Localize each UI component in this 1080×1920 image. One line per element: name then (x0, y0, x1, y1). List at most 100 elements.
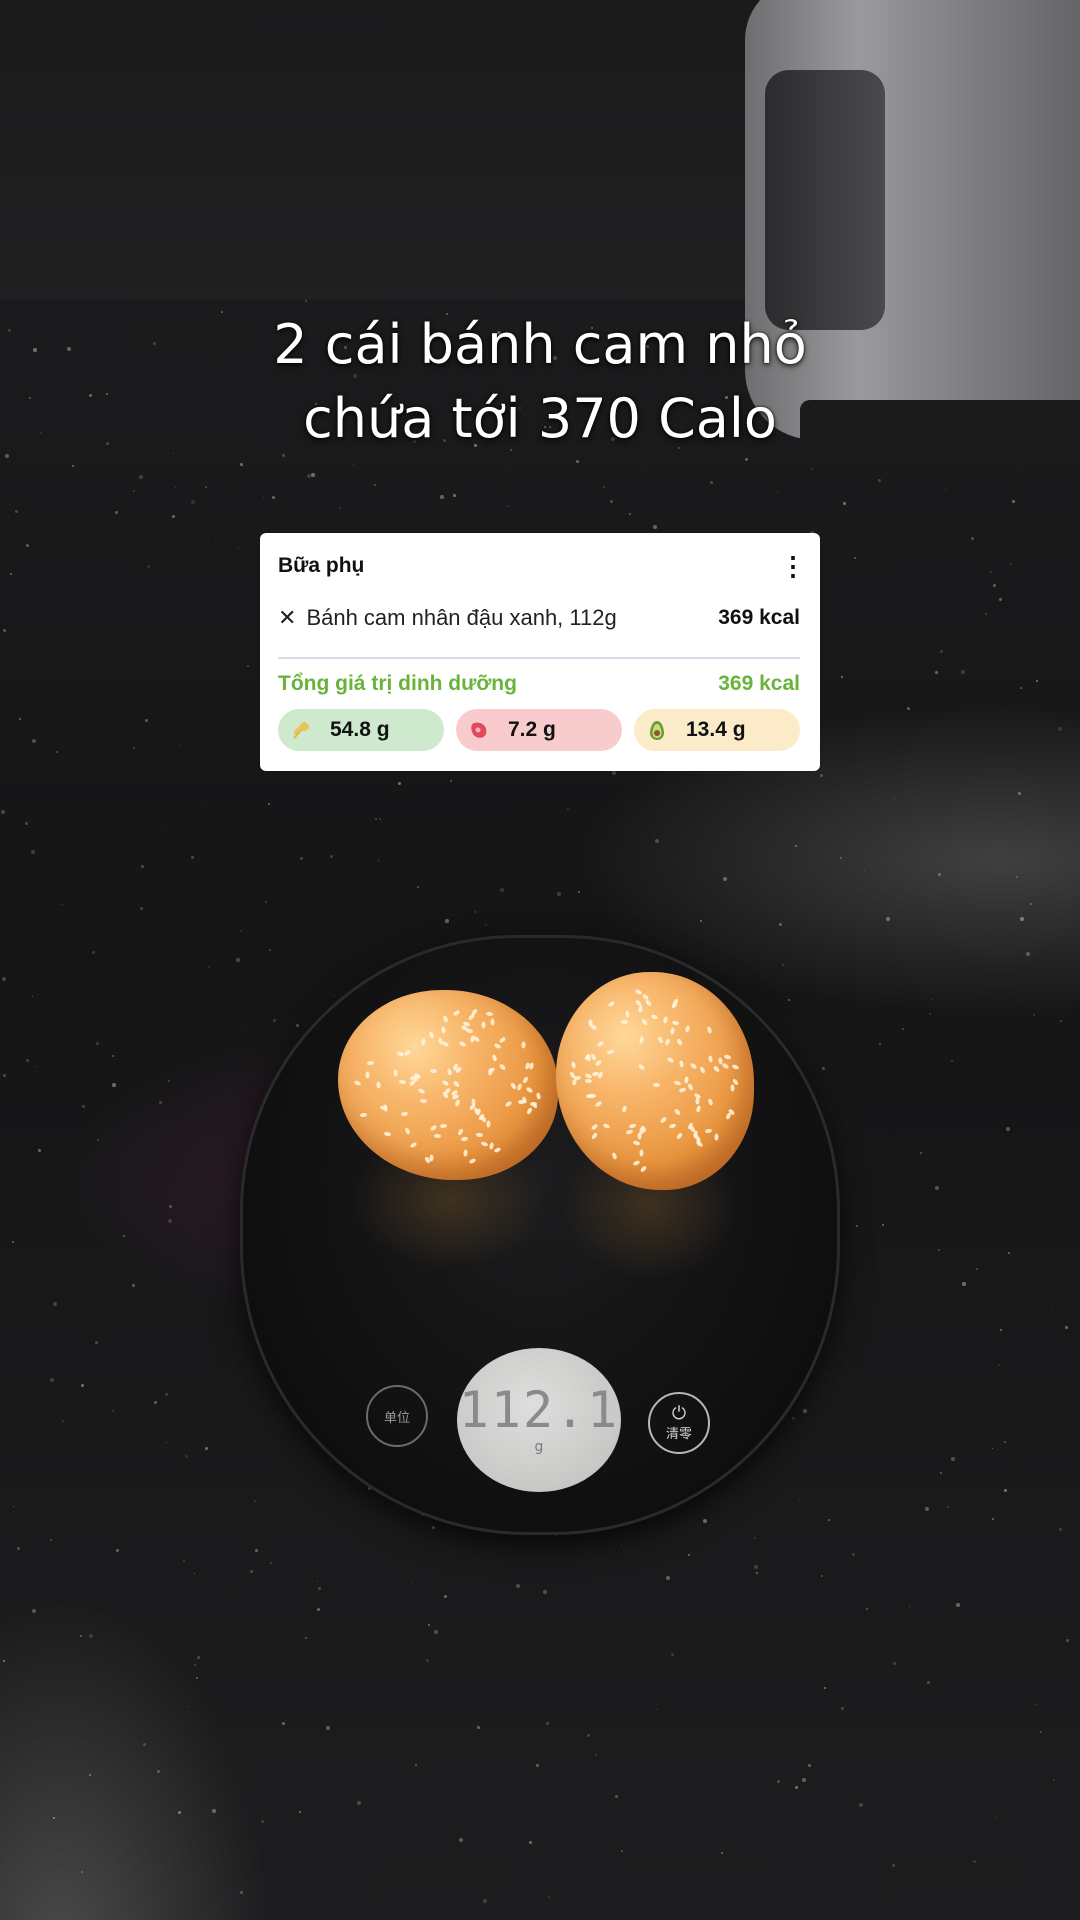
sesame-seed (491, 1054, 498, 1062)
granite-speckle (1010, 563, 1012, 565)
sesame-seed (671, 1020, 680, 1026)
granite-speckle (215, 541, 217, 543)
sesame-seed (707, 1098, 714, 1106)
sesame-seed (611, 1152, 618, 1160)
granite-speckle (1058, 727, 1062, 731)
granite-speckle (879, 1043, 881, 1045)
granite-speckle (132, 1284, 135, 1287)
granite-speckle (183, 1560, 185, 1562)
sesame-seed (470, 1008, 479, 1016)
sesame-seed (669, 1027, 676, 1035)
granite-speckle (154, 1401, 157, 1404)
granite-speckle (483, 1899, 487, 1903)
granite-speckle (893, 1662, 896, 1665)
granite-speckle (172, 515, 176, 519)
sesame-seed (493, 1042, 502, 1050)
sesame-seed (666, 1056, 675, 1064)
granite-speckle (754, 1565, 758, 1569)
granite-speckle (1006, 1127, 1010, 1131)
granite-speckle (10, 573, 13, 576)
sesame-seed (472, 1035, 481, 1043)
total-row: Tổng giá trị dinh dưỡng 369 kcal (278, 669, 800, 699)
granite-speckle (578, 891, 581, 894)
sesame-seed (584, 1078, 593, 1084)
caption-line-2: chứa tới 370 Calo (303, 387, 777, 450)
granite-speckle (272, 496, 276, 500)
close-icon[interactable]: ✕ (278, 605, 296, 631)
sesame-seed (684, 1076, 689, 1084)
granite-speckle (615, 1795, 618, 1798)
sesame-seed (393, 1069, 398, 1077)
sesame-seed (673, 1080, 682, 1086)
granite-speckle (529, 1841, 533, 1845)
granite-speckle (166, 1442, 168, 1444)
granite-speckle (947, 1506, 950, 1509)
fat-chip: 13.4 g (634, 709, 800, 751)
granite-speckle (38, 1149, 41, 1152)
sesame-seed (498, 1063, 507, 1071)
sesame-seed (602, 1122, 611, 1130)
avocado-icon (650, 721, 664, 740)
granite-speckle (32, 996, 34, 998)
granite-speckle (240, 1891, 243, 1894)
sesame-seed (490, 1018, 495, 1026)
card-divider (278, 657, 800, 659)
sesame-seed (707, 1055, 714, 1063)
scale-unit: g (534, 1439, 544, 1455)
granite-speckle (938, 873, 942, 877)
granite-speckle (945, 489, 947, 491)
granite-speckle (426, 1659, 429, 1662)
granite-speckle (990, 571, 993, 574)
sesame-seed (471, 1098, 476, 1106)
granite-speckle (92, 951, 95, 954)
granite-speckle (543, 1590, 547, 1594)
sesame-seed (644, 999, 653, 1007)
granite-speckle (178, 1811, 182, 1815)
granite-speckle (296, 1024, 299, 1027)
more-vertical-icon[interactable]: ⋮ (780, 553, 806, 579)
granite-speckle (754, 1537, 757, 1540)
sesame-seed (712, 1065, 721, 1073)
sesame-seed (573, 1075, 582, 1081)
granite-speckle (459, 1838, 463, 1842)
sesame-seed (652, 1082, 661, 1088)
sesame-seed (684, 1025, 691, 1033)
sesame-seed (659, 1116, 668, 1124)
granite-speckle (973, 1860, 976, 1863)
sesame-seed (535, 1092, 542, 1100)
sesame-seed (625, 1129, 634, 1135)
granite-speckle (621, 1850, 624, 1853)
granite-speckle (3, 1660, 5, 1662)
granite-speckle (330, 855, 334, 859)
granite-speckle (927, 1681, 930, 1684)
sesame-seed (596, 1040, 605, 1048)
granite-speckle (188, 1706, 190, 1708)
granite-speckle (824, 1687, 826, 1689)
granite-speckle (2, 977, 6, 981)
granite-speckle (56, 751, 59, 754)
sesame-seed (640, 1018, 649, 1026)
food-item-kcal: 369 kcal (718, 606, 800, 629)
granite-speckle (139, 475, 143, 479)
granite-speckle (808, 1764, 811, 1767)
granite-speckle (671, 1653, 674, 1656)
sesame-seed (439, 1123, 448, 1129)
granite-speckle (143, 1743, 146, 1746)
sesame-seed (621, 1105, 628, 1113)
sesame-seed (620, 1019, 629, 1025)
sesame-seed (590, 1131, 599, 1141)
granite-speckle (53, 1817, 55, 1819)
sesame-seed (408, 1079, 417, 1087)
granite-speckle (357, 1801, 361, 1805)
meat-icon (471, 722, 487, 738)
granite-speckle (261, 1820, 265, 1824)
sesame-seed (398, 1079, 407, 1085)
granite-speckle (828, 1519, 830, 1521)
sesame-seed (590, 1052, 597, 1062)
granite-speckle (277, 1415, 279, 1417)
granite-speckle (962, 1282, 966, 1286)
granite-speckle (1004, 1489, 1007, 1492)
granite-speckle (226, 1091, 228, 1093)
granite-speckle (595, 1754, 598, 1757)
sesame-seed (463, 1149, 468, 1157)
